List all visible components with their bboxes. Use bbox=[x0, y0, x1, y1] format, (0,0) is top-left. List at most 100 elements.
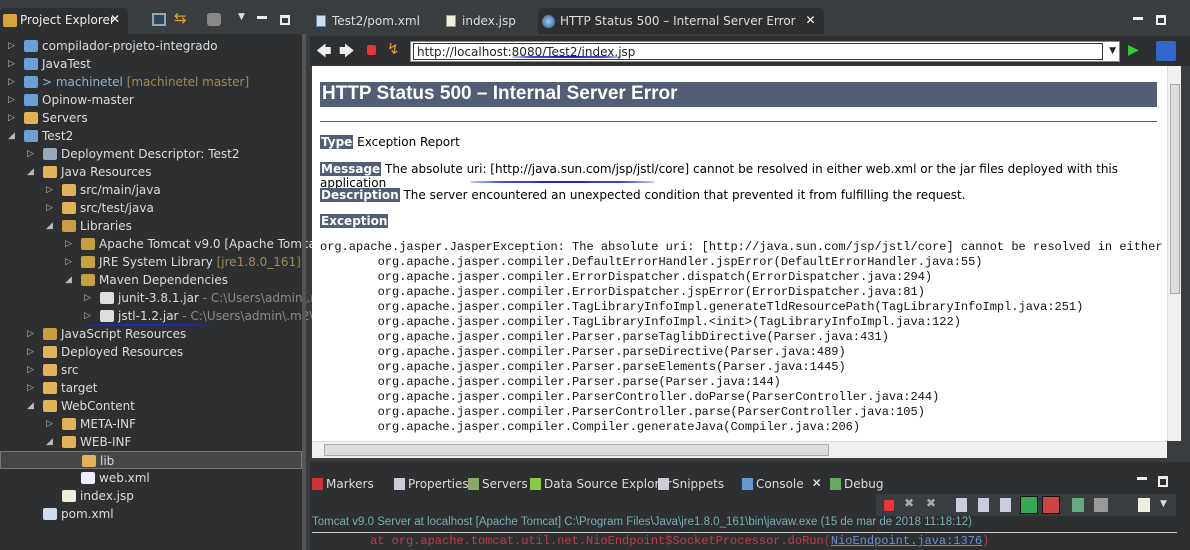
collapsed-arrow-icon[interactable]: ▷ bbox=[65, 235, 72, 253]
tab-snippets[interactable]: Snippets bbox=[656, 472, 724, 496]
maximize-icon[interactable] bbox=[280, 15, 290, 25]
collapsed-arrow-icon[interactable]: ▷ bbox=[84, 307, 91, 325]
expanded-arrow-icon[interactable]: ◢ bbox=[46, 433, 53, 451]
close-icon[interactable]: ✕ bbox=[806, 13, 816, 27]
tree-item[interactable]: ▷ Apache Tomcat v9.0 [Apache Tomcat v bbox=[0, 235, 332, 253]
stop-icon[interactable] bbox=[367, 45, 376, 55]
maximize-icon[interactable] bbox=[1158, 476, 1168, 487]
tree-item[interactable]: lib bbox=[0, 451, 302, 469]
minimize-icon[interactable] bbox=[1137, 477, 1147, 480]
tab-debug[interactable]: Debug bbox=[828, 472, 883, 496]
remove-launch-icon[interactable]: ✖ bbox=[904, 496, 914, 510]
tree-item[interactable]: ▷ Deployment Descriptor: Test2 bbox=[0, 145, 302, 163]
minimize-icon[interactable] bbox=[1133, 17, 1143, 20]
explorer-scrollbar[interactable] bbox=[302, 34, 306, 550]
tree-item[interactable]: ▷ src bbox=[0, 361, 302, 379]
tree-item[interactable]: ◢ WebContent bbox=[0, 397, 302, 415]
tree-item[interactable]: ◢ Libraries bbox=[0, 217, 302, 235]
tab-markers[interactable]: Markers bbox=[310, 472, 374, 496]
remove-all-icon[interactable]: ✖ bbox=[926, 496, 936, 510]
tab-data-source-explorer[interactable]: Data Source Explorer bbox=[528, 472, 671, 496]
expanded-arrow-icon[interactable]: ◢ bbox=[27, 163, 34, 181]
vertical-scrollbar[interactable] bbox=[1167, 66, 1181, 441]
scroll-thumb[interactable] bbox=[1170, 84, 1180, 294]
tree-item[interactable]: ▷ junit-3.8.1.jar - C:\Users\admin\.m2 bbox=[0, 289, 330, 307]
link-editor-icon[interactable]: ⇆ bbox=[174, 9, 187, 27]
back-icon[interactable]: 🡄 bbox=[316, 41, 332, 66]
word-wrap-icon[interactable] bbox=[1000, 498, 1011, 512]
tree-item[interactable]: ▷ Servers bbox=[0, 109, 302, 127]
tree-item[interactable]: ◢ WEB-INF bbox=[0, 433, 302, 451]
refresh-icon[interactable]: ↯ bbox=[387, 40, 400, 58]
show-stdout-icon[interactable] bbox=[1020, 496, 1038, 514]
tab-project-explorer[interactable]: Project Explorer ✕ bbox=[0, 8, 128, 34]
minimize-icon[interactable] bbox=[257, 16, 267, 19]
collapsed-arrow-icon[interactable]: ▷ bbox=[8, 73, 15, 91]
tree-item[interactable]: ▷ JRE System Library [jre1.8.0_161] bbox=[0, 253, 302, 271]
tree-item[interactable]: ▷ src/main/java bbox=[0, 181, 302, 199]
collapsed-arrow-icon[interactable]: ▷ bbox=[27, 325, 34, 343]
url-dropdown-icon[interactable]: ▼ bbox=[1109, 46, 1116, 56]
view-menu-icon[interactable]: ▼ bbox=[238, 12, 245, 22]
tree-item[interactable]: pom.xml bbox=[0, 505, 302, 523]
collapsed-arrow-icon[interactable]: ▷ bbox=[27, 343, 34, 361]
forward-icon[interactable]: 🡆 bbox=[339, 41, 355, 66]
collapsed-arrow-icon[interactable]: ▷ bbox=[46, 181, 53, 199]
web-browser-icon[interactable] bbox=[1156, 41, 1176, 61]
tab-index-jsp[interactable]: index.jsp bbox=[440, 8, 516, 34]
expanded-arrow-icon[interactable]: ◢ bbox=[65, 271, 72, 289]
tree-item[interactable]: web.xml bbox=[0, 469, 302, 487]
expanded-arrow-icon[interactable]: ◢ bbox=[46, 217, 53, 235]
tree-item[interactable]: ▷ Deployed Resources bbox=[0, 343, 302, 361]
clear-console-icon[interactable] bbox=[956, 498, 967, 512]
collapsed-arrow-icon[interactable]: ▷ bbox=[8, 37, 15, 55]
tree-item[interactable]: ▷ META-INF bbox=[0, 415, 302, 433]
tab-pom-xml[interactable]: Test2/pom.xml bbox=[310, 8, 420, 34]
collapsed-arrow-icon[interactable]: ▷ bbox=[65, 253, 72, 271]
close-icon[interactable]: ✕ bbox=[812, 476, 822, 490]
show-stderr-icon[interactable] bbox=[1042, 496, 1060, 514]
tree-item[interactable]: ▷ target bbox=[0, 379, 302, 397]
tab-http-status-500[interactable]: HTTP Status 500 – Internal Server Error ✕ bbox=[538, 8, 824, 34]
tree-item[interactable]: ▷ src/test/java bbox=[0, 199, 302, 217]
close-icon[interactable]: ✕ bbox=[110, 12, 120, 26]
tree-item[interactable]: ▷ Opinow-master bbox=[0, 91, 302, 109]
tree-item[interactable]: ◢ Test2 bbox=[0, 127, 302, 145]
tree-item[interactable]: index.jsp bbox=[0, 487, 302, 505]
tree-item[interactable]: ▷ > machinetel [machinetel master] bbox=[0, 73, 302, 91]
terminate-icon[interactable] bbox=[884, 500, 894, 511]
tree-item[interactable]: ▷ JavaTest bbox=[0, 55, 302, 73]
tree-item[interactable]: ◢ Java Resources bbox=[0, 163, 302, 181]
collapsed-arrow-icon[interactable]: ▷ bbox=[27, 145, 34, 163]
display-console-icon[interactable] bbox=[1094, 498, 1108, 512]
tree-item[interactable]: ◢ Maven Dependencies bbox=[0, 271, 302, 289]
tab-properties[interactable]: Properties bbox=[392, 472, 469, 496]
collapsed-arrow-icon[interactable]: ▷ bbox=[46, 415, 53, 433]
collapsed-arrow-icon[interactable]: ▷ bbox=[27, 379, 34, 397]
stack-link[interactable]: NioEndpoint.java:1376 bbox=[831, 534, 982, 548]
horizontal-scrollbar[interactable] bbox=[312, 441, 1167, 458]
collapsed-arrow-icon[interactable]: ▷ bbox=[8, 91, 15, 109]
scroll-lock-icon[interactable] bbox=[978, 498, 989, 512]
pin-console-icon[interactable] bbox=[1072, 498, 1084, 512]
expanded-arrow-icon[interactable]: ◢ bbox=[27, 397, 34, 415]
maximize-icon[interactable] bbox=[1156, 15, 1166, 25]
tree-item[interactable]: ▷ compilador-projeto-integrado bbox=[0, 37, 302, 55]
collapsed-arrow-icon[interactable]: ▷ bbox=[27, 361, 34, 379]
open-console-icon[interactable] bbox=[1138, 498, 1150, 512]
tab-console[interactable]: Console ✕ bbox=[740, 472, 826, 496]
collapsed-arrow-icon[interactable]: ▷ bbox=[84, 289, 91, 307]
filter-icon[interactable] bbox=[207, 13, 221, 26]
collapsed-arrow-icon[interactable]: ▷ bbox=[8, 109, 15, 127]
expanded-arrow-icon[interactable]: ◢ bbox=[8, 127, 15, 145]
go-icon[interactable]: ▶ bbox=[1128, 42, 1139, 58]
collapsed-arrow-icon[interactable]: ▷ bbox=[46, 199, 53, 217]
chevron-down-icon[interactable]: ▼ bbox=[1160, 499, 1167, 509]
tree-item[interactable]: ▷ jstl-1.2.jar - C:\Users\admin\.m2\re bbox=[0, 307, 325, 325]
scroll-thumb[interactable] bbox=[324, 444, 829, 456]
tab-servers[interactable]: Servers bbox=[466, 472, 528, 496]
collapsed-arrow-icon[interactable]: ▷ bbox=[8, 55, 15, 73]
tree-item[interactable]: ▷ JavaScript Resources bbox=[0, 325, 302, 343]
collapse-all-icon[interactable] bbox=[152, 13, 166, 26]
url-input[interactable]: http://localhost:8080/Test2/index.jsp ▼ bbox=[410, 41, 1120, 62]
